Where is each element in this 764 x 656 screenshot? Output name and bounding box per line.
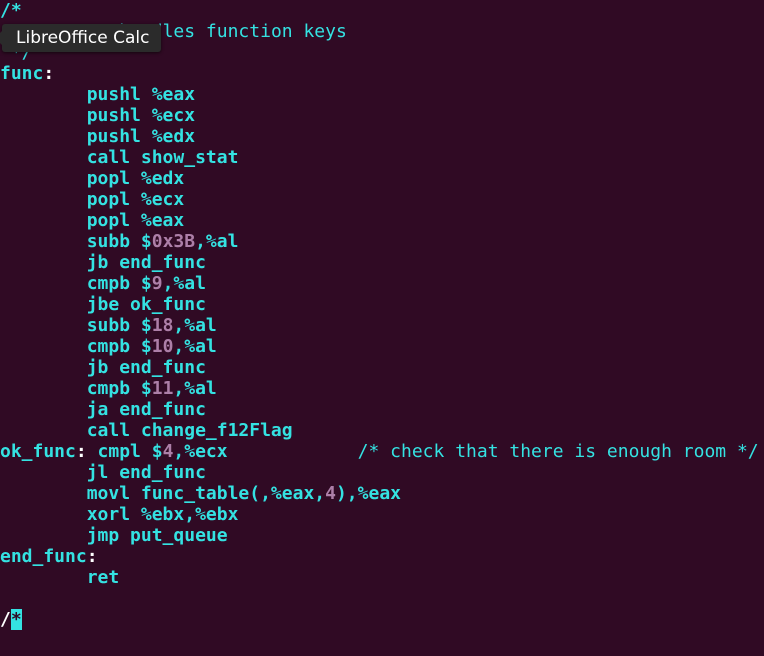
immediate-value: 10 <box>151 336 174 357</box>
code-line: cmpb $11,%al <box>86 378 217 399</box>
search-slash: / <box>0 609 11 630</box>
instruction: pushl %ecx <box>86 105 196 126</box>
immediate-value: 9 <box>151 273 163 294</box>
code-line: movl func_table(,%eax,4),%eax <box>86 483 401 504</box>
code-line: xorl %ebx,%ebx <box>0 504 764 525</box>
command-line[interactable]: /* <box>0 609 764 630</box>
instruction: cmpb $ <box>86 273 152 294</box>
code-line: call change_f12Flag <box>0 420 764 441</box>
instruction: subb $ <box>86 231 152 252</box>
instruction: popl %edx <box>86 168 185 189</box>
instruction: ret <box>86 567 120 588</box>
instruction: xorl %ebx,%ebx <box>86 504 239 525</box>
code-line: popl %eax <box>0 210 764 231</box>
code-line: call show_stat <box>0 147 764 168</box>
code-line: jb end_func <box>0 252 764 273</box>
tooltip-arrow-icon <box>0 31 2 45</box>
code-line: jb end_func <box>0 357 764 378</box>
code-line: subb $18,%al <box>86 315 217 336</box>
code-line: pushl %eax <box>0 84 764 105</box>
label-end-func: end_func <box>0 546 87 567</box>
code-line: pushl %ecx <box>0 105 764 126</box>
immediate-value: 4 <box>162 441 174 462</box>
instruction: jmp put_queue <box>86 525 228 546</box>
code-line: popl %edx <box>0 168 764 189</box>
code-line: ret <box>0 567 764 588</box>
code-line: jl end_func <box>0 462 764 483</box>
text-cursor: * <box>10 609 22 630</box>
code-line: pushl %edx <box>0 126 764 147</box>
immediate-value: 18 <box>151 315 174 336</box>
instruction: jl end_func <box>86 462 206 483</box>
code-line: end_func: <box>0 546 98 567</box>
immediate-value: 0x3B <box>151 231 196 252</box>
instruction: popl %ecx <box>86 189 185 210</box>
instruction: jb end_func <box>86 357 206 378</box>
instruction: jbe ok_func <box>86 294 206 315</box>
instruction: subb $ <box>86 315 152 336</box>
label-ok-func: ok_func <box>0 441 76 462</box>
code-line: cmpb $9,%al <box>86 273 206 294</box>
code-line: /* <box>0 0 764 21</box>
instruction: movl func_table(,%eax, <box>86 483 326 504</box>
label-func: func <box>0 63 44 84</box>
immediate-value: 4 <box>325 483 336 504</box>
code-line: cmpb $10,%al <box>86 336 217 357</box>
code-line: ja end_func <box>0 399 764 420</box>
instruction: pushl %eax <box>86 84 196 105</box>
immediate-value: 11 <box>151 378 174 399</box>
instruction: cmpb $ <box>86 378 152 399</box>
instruction: call show_stat <box>86 147 239 168</box>
terminal-text-area[interactable]: /* e handles function keys */func: pushl… <box>0 0 764 656</box>
instruction: cmpb $ <box>86 336 152 357</box>
code-line: popl %ecx <box>0 189 764 210</box>
app-tooltip: LibreOffice Calc <box>0 24 162 52</box>
code-line: jmp put_queue <box>0 525 764 546</box>
instruction: pushl %edx <box>86 126 196 147</box>
code-line: subb $0x3B,%al <box>86 231 239 252</box>
code-line: jbe ok_func <box>0 294 764 315</box>
tooltip-label: LibreOffice Calc <box>16 28 150 48</box>
code-line: func: <box>0 63 55 84</box>
inline-comment: /* check that there is enough room */ <box>357 441 759 462</box>
instruction: cmpl $ <box>97 441 163 462</box>
instruction: ja end_func <box>86 399 206 420</box>
comment-open: /* <box>0 0 22 21</box>
instruction: popl %eax <box>86 210 185 231</box>
code-line: ok_func: cmpl $4,%ecx /* check that ther… <box>0 441 759 462</box>
instruction: jb end_func <box>86 252 206 273</box>
instruction: call change_f12Flag <box>86 420 293 441</box>
